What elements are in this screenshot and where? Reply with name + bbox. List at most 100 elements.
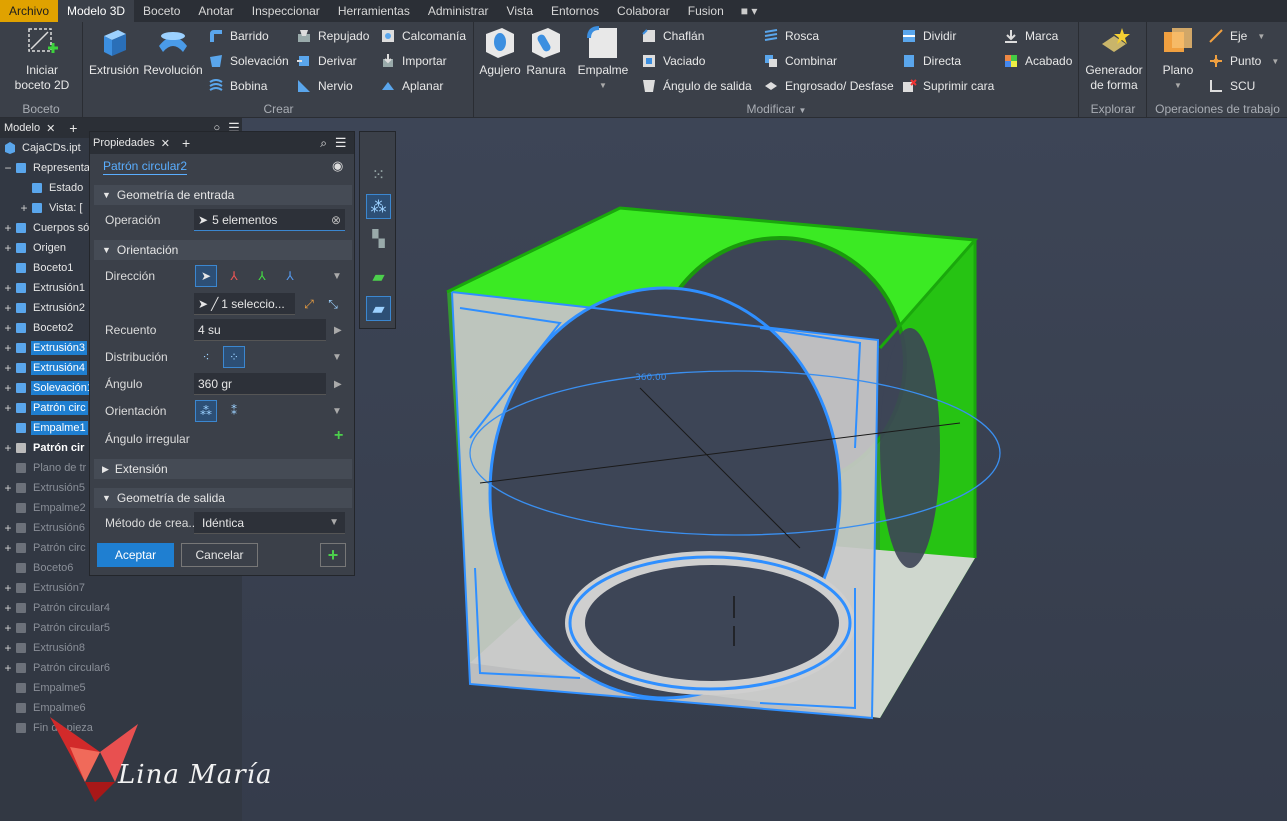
- add-tab-icon[interactable]: +: [65, 120, 81, 136]
- tree-row[interactable]: + Patrón circular6: [0, 658, 112, 678]
- reverse-button[interactable]: ⤡: [322, 293, 344, 315]
- expand-icon[interactable]: +: [2, 661, 14, 675]
- feature-name[interactable]: Patrón circular2: [103, 159, 188, 175]
- menu-item-1[interactable]: Modelo 3D: [58, 0, 135, 22]
- coil-button[interactable]: Bobina: [208, 75, 267, 97]
- chamfer-button[interactable]: Chaflán: [641, 25, 704, 47]
- mark-button[interactable]: Marca: [1003, 25, 1058, 47]
- count-input[interactable]: 4 su: [194, 319, 326, 341]
- menu-item-10[interactable]: Fusion: [679, 0, 733, 22]
- eye-icon[interactable]: ◉: [332, 158, 343, 174]
- tree-row[interactable]: + Extrusión1: [0, 278, 87, 298]
- chevron-down-icon[interactable]: ▼: [332, 271, 342, 282]
- menu-item-5[interactable]: Herramientas: [329, 0, 419, 22]
- apply-add-button[interactable]: +: [320, 543, 346, 567]
- tree-row[interactable]: + Extrusión2: [0, 298, 87, 318]
- expand-icon[interactable]: +: [2, 301, 14, 315]
- tree-row[interactable]: + Extrusión3: [0, 338, 87, 358]
- delete-face-button[interactable]: Suprimir cara: [901, 75, 994, 97]
- pattern-rect-button[interactable]: ▚: [366, 226, 391, 251]
- point-button[interactable]: Punto ▼: [1208, 50, 1279, 72]
- derive-button[interactable]: Derivar: [296, 50, 357, 72]
- emboss-button[interactable]: Repujado: [296, 25, 369, 47]
- tree-row[interactable]: Boceto6: [0, 558, 75, 578]
- method-select[interactable]: Idéntica ▼: [194, 512, 345, 534]
- expand-icon[interactable]: +: [2, 381, 14, 395]
- expand-icon[interactable]: +: [2, 221, 14, 235]
- flip-direction-button[interactable]: ⤢: [298, 293, 320, 315]
- tree-root[interactable]: CajaCDs.ipt: [0, 138, 83, 158]
- expand-icon[interactable]: +: [2, 521, 14, 535]
- tree-row[interactable]: + Extrusión8: [0, 638, 87, 658]
- menu-icon[interactable]: ☰: [331, 135, 351, 151]
- tree-row[interactable]: + Solevación1: [0, 378, 95, 398]
- chevron-down-icon[interactable]: ▼: [332, 352, 342, 363]
- unwrap-button[interactable]: Aplanar: [380, 75, 443, 97]
- expand-icon[interactable]: +: [2, 401, 14, 415]
- tree-row[interactable]: Plano de tr: [0, 458, 88, 478]
- angle-input[interactable]: 360 gr: [194, 373, 326, 395]
- tree-row[interactable]: Boceto1: [0, 258, 75, 278]
- operation-selector[interactable]: ➤ 5 elementos ⊗: [194, 209, 345, 231]
- close-icon[interactable]: ✕: [161, 137, 170, 150]
- expand-icon[interactable]: −: [2, 161, 14, 175]
- expand-icon[interactable]: +: [2, 441, 14, 455]
- expand-icon[interactable]: +: [2, 281, 14, 295]
- clear-icon[interactable]: ⊗: [331, 213, 341, 227]
- chevron-down-icon[interactable]: ▼: [332, 406, 342, 417]
- pattern-circular-button[interactable]: ⁂: [366, 194, 391, 219]
- expand-icon[interactable]: +: [2, 541, 14, 555]
- expand-icon[interactable]: +: [18, 201, 30, 215]
- revolve-button[interactable]: Revolución: [142, 24, 204, 78]
- expand-icon[interactable]: +: [2, 621, 14, 635]
- tree-row[interactable]: + Patrón circ: [0, 538, 88, 558]
- menu-item-7[interactable]: Vista: [498, 0, 542, 22]
- section-output-geometry[interactable]: ▼ Geometría de salida: [94, 488, 352, 508]
- tree-row[interactable]: + Patrón circular4: [0, 598, 112, 618]
- plane-button[interactable]: Plano ▼: [1154, 24, 1202, 93]
- menu-item-4[interactable]: Inspeccionar: [243, 0, 329, 22]
- loft-button[interactable]: Solevación: [208, 50, 289, 72]
- direct-edit-button[interactable]: Directa: [901, 50, 961, 72]
- rib-button[interactable]: Nervio: [296, 75, 353, 97]
- tree-row[interactable]: − Representa: [0, 158, 92, 178]
- section-orientation[interactable]: ▼ Orientación: [94, 240, 352, 260]
- shell-button[interactable]: Vaciado: [641, 50, 705, 72]
- menu-item-6[interactable]: Administrar: [419, 0, 498, 22]
- tree-row[interactable]: + Extrusión4: [0, 358, 87, 378]
- distribution-incremental-button[interactable]: ⁖: [195, 346, 217, 368]
- shape-generator-button[interactable]: Generador de forma: [1082, 24, 1146, 93]
- axis-button[interactable]: Eje ▼: [1208, 25, 1265, 47]
- dimension-label[interactable]: 360.00: [635, 373, 667, 383]
- tree-row[interactable]: + Boceto2: [0, 318, 75, 338]
- accept-button[interactable]: Aceptar: [97, 543, 174, 567]
- fillet-button[interactable]: Empalme ▼: [575, 24, 631, 93]
- thicken-button[interactable]: Engrosado/ Desfase: [763, 75, 894, 97]
- sweep-button[interactable]: Barrido: [208, 25, 269, 47]
- expand-icon[interactable]: +: [2, 481, 14, 495]
- x-axis-button[interactable]: ⅄: [223, 265, 245, 287]
- decal-button[interactable]: Calcomanía: [380, 25, 466, 47]
- tree-row[interactable]: + Patrón circular5: [0, 618, 112, 638]
- tree-row[interactable]: + Patrón circ: [0, 398, 88, 418]
- tree-row[interactable]: Empalme1: [0, 418, 88, 438]
- import-button[interactable]: Importar: [380, 50, 447, 72]
- axis-selector[interactable]: ➤ ╱ 1 seleccio...: [194, 293, 295, 315]
- tree-row[interactable]: + Cuerpos só: [0, 218, 91, 238]
- expand-icon[interactable]: +: [2, 361, 14, 375]
- close-icon[interactable]: ✕: [46, 122, 55, 135]
- expand-icon[interactable]: +: [2, 581, 14, 595]
- search-icon[interactable]: ⌕: [316, 136, 331, 151]
- menu-item-8[interactable]: Entornos: [542, 0, 608, 22]
- split-button[interactable]: Dividir: [901, 25, 956, 47]
- feature-select-button[interactable]: ▰: [366, 296, 391, 321]
- menu-item-3[interactable]: Anotar: [189, 0, 242, 22]
- section-extension[interactable]: ▶ Extensión: [94, 459, 352, 479]
- menu-item-0[interactable]: Archivo: [0, 0, 59, 22]
- select-direction-button[interactable]: ➤: [195, 265, 217, 287]
- tree-row[interactable]: + Extrusión5: [0, 478, 87, 498]
- tab-propiedades[interactable]: Propiedades ✕: [90, 137, 174, 150]
- pattern-incremental-button[interactable]: ⁙: [366, 162, 391, 187]
- appearance-button[interactable]: Acabado: [1003, 50, 1072, 72]
- combine-button[interactable]: Combinar: [763, 50, 837, 72]
